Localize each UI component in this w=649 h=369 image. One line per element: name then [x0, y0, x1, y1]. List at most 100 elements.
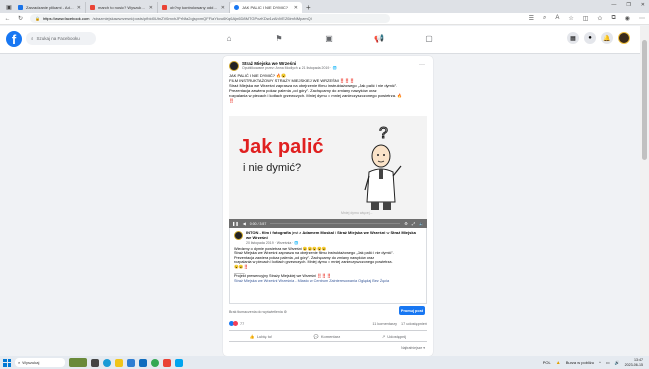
read-aloud-icon[interactable]: A — [555, 15, 559, 22]
video-progress-bar[interactable] — [270, 223, 401, 224]
close-icon[interactable]: ✕ — [77, 5, 81, 11]
promote-post-button[interactable]: Promuj post — [399, 306, 425, 315]
search-icon: ⌕ — [31, 36, 34, 41]
reactions-bar: 77 11 komentarzy 17 udostępnień — [229, 321, 427, 326]
facebook-header: f ⌕ Szukaj na Facebooku ⌂ ⚑ ▣ 📢 ▢ ▦ ● 🔔 — [0, 26, 640, 54]
messenger-icon[interactable]: ● — [584, 32, 596, 44]
url-host: https://www.facebook.com — [42, 16, 90, 21]
settings-icon[interactable]: ⚙ — [404, 221, 408, 226]
translate-notice[interactable]: Brak tłumaczenia do wyświetlenia ⚙ — [229, 310, 287, 314]
shares-count[interactable]: 17 udostępnień — [401, 322, 427, 326]
video-title-big: Jak palić — [239, 136, 324, 158]
tab-actions-icon[interactable]: ▣ — [4, 2, 14, 12]
volume-icon[interactable]: ◀ — [243, 221, 246, 226]
language-indicator[interactable]: POL — [543, 360, 551, 365]
maximize-button[interactable]: ❐ — [626, 2, 630, 8]
page-avatar[interactable] — [229, 61, 239, 71]
like-button[interactable]: 👍 Lubię to! — [250, 334, 272, 339]
notifications-icon[interactable]: 🔔 — [601, 32, 613, 44]
close-window-button[interactable]: ✕ — [641, 2, 645, 8]
reader-icon[interactable]: ☰ — [529, 15, 534, 22]
store-icon[interactable] — [127, 358, 135, 367]
shared-at-label: w — [386, 230, 390, 235]
search-icon: ⌕ — [18, 360, 21, 365]
address-bar[interactable]: 🔒 https://www.facebook.com/strazmiejskaw… — [30, 14, 390, 23]
facebook-icon — [234, 5, 239, 10]
mute-icon[interactable]: 🔈 — [419, 221, 424, 226]
reaction-count[interactable]: 77 — [240, 322, 244, 326]
clock[interactable]: 13:47 2023-06-15 — [625, 358, 643, 367]
close-icon[interactable]: ✕ — [149, 5, 153, 11]
tab-title: ob?ny kontrolowany oddzial — [170, 5, 218, 10]
shared-and-label: i — [335, 230, 337, 235]
edge-icon[interactable] — [103, 358, 111, 367]
facebook-account-area: ▦ ● 🔔 — [567, 32, 630, 44]
tab-search-2[interactable]: ob?ny kontrolowany oddzial ✕ — [158, 2, 230, 13]
collections-icon[interactable]: ⧉ — [611, 15, 615, 22]
more-menu-icon[interactable]: ⋯ — [639, 15, 645, 22]
share-button[interactable]: ↗ Udostępnij — [382, 334, 406, 339]
weather-warning-icon: ▲ — [555, 359, 561, 366]
shared-link[interactable]: Straż Miejska we Wrześni Września - Mias… — [234, 279, 422, 284]
profile-icon[interactable]: ◉ — [625, 15, 630, 22]
play-icon[interactable]: ❚❚ — [232, 221, 239, 226]
weather-text[interactable]: Burza w pobliżu — [566, 360, 594, 365]
file-explorer-icon[interactable] — [115, 358, 123, 367]
post-text-line: rozpalania w piecach i kotłach grzewczyc… — [229, 93, 403, 98]
favorites-icon[interactable]: ✩ — [597, 15, 602, 22]
video-icon[interactable]: ▣ — [322, 30, 336, 46]
like-icon: 👍 — [249, 333, 255, 339]
app-icon[interactable] — [175, 358, 183, 367]
new-tab-button[interactable]: + — [306, 3, 311, 12]
tab-facebook[interactable]: JAK PALIC I NIE DYMIC? ✕ — [230, 2, 302, 13]
megaphone-icon[interactable]: 📢 — [372, 30, 386, 46]
browser-tab-bar: ▣ Zarzadzanie plikami - Adam Kowa ✕ marc… — [0, 0, 649, 13]
account-avatar[interactable] — [618, 32, 630, 44]
zoom-icon[interactable]: ⌕ — [543, 15, 546, 22]
facebook-logo[interactable]: f — [6, 31, 22, 47]
windows-start-icon[interactable] — [3, 358, 11, 367]
facebook-search[interactable]: ⌕ Szukaj na Facebooku — [26, 32, 96, 45]
flag-icon[interactable]: ⚑ — [272, 30, 286, 46]
taskbar-search[interactable]: ⌕ Wyszukaj — [15, 358, 65, 367]
chrome-icon[interactable] — [151, 358, 159, 367]
shared-with-label: jest z — [291, 230, 302, 235]
home-icon[interactable]: ⌂ — [222, 30, 236, 46]
tray-chevron-icon[interactable]: ^ — [599, 360, 601, 365]
volume-icon[interactable]: 🔊 — [615, 360, 620, 365]
task-view-icon[interactable] — [91, 358, 99, 367]
split-screen-icon[interactable]: ◫ — [583, 15, 589, 22]
comments-count[interactable]: 11 komentarzy — [372, 322, 397, 326]
search-tab-icon — [90, 5, 95, 10]
tab-file-manager[interactable]: Zarzadzanie plikami - Adam Kowa ✕ — [14, 2, 86, 13]
page-scrollbar[interactable] — [640, 26, 649, 356]
post-meta: Opublikowane przez: Anna Modlych ● 21 li… — [242, 66, 337, 70]
gaming-icon[interactable]: ▢ — [422, 30, 436, 46]
search-placeholder: Szukaj na Facebooku — [36, 36, 80, 41]
menu-grid-icon[interactable]: ▦ — [567, 32, 579, 44]
shared-author-avatar[interactable] — [234, 231, 243, 240]
shared-with-person[interactable]: Adamem Moskal — [302, 230, 334, 235]
reload-icon[interactable]: ↻ — [17, 15, 24, 22]
close-icon[interactable]: ✕ — [294, 5, 298, 11]
search-highlight-image[interactable] — [69, 358, 87, 367]
app-icon[interactable] — [163, 358, 171, 367]
scrollbar-thumb[interactable] — [642, 40, 647, 160]
network-icon[interactable]: ▭ — [606, 360, 610, 365]
mail-icon[interactable] — [139, 358, 147, 367]
comment-button[interactable]: 💬 Komentarz — [314, 334, 340, 339]
tab-search-1[interactable]: march to nosic? Wyszukiwanie ✕ — [86, 2, 158, 13]
lock-icon: 🔒 — [35, 16, 40, 21]
post-card: Straż Miejska we Wrześni Opublikowane pr… — [223, 56, 433, 356]
favorite-star-icon[interactable]: ☆ — [568, 15, 573, 22]
more-options-icon[interactable]: ··· — [419, 62, 425, 68]
comment-sort-dropdown[interactable]: Najtrafniejsze ▾ — [401, 346, 425, 350]
shared-meta: 20 listopada 2019 · Września · 🌐 — [246, 240, 299, 245]
fullscreen-icon[interactable]: ⤢ — [412, 221, 415, 226]
shared-with-page[interactable]: Straż Miejska we Wrześni — [337, 230, 385, 235]
close-icon[interactable]: ✕ — [221, 5, 225, 11]
minimize-button[interactable]: — — [611, 2, 616, 8]
video-player[interactable]: Jak palić i nie dymić? ? Mniej dymu więc… — [229, 116, 427, 228]
back-arrow-icon[interactable]: ← — [4, 16, 11, 22]
video-controls: ❚❚ ◀ 0:00 / 3:57 ⚙ ⤢ 🔈 — [229, 219, 427, 228]
